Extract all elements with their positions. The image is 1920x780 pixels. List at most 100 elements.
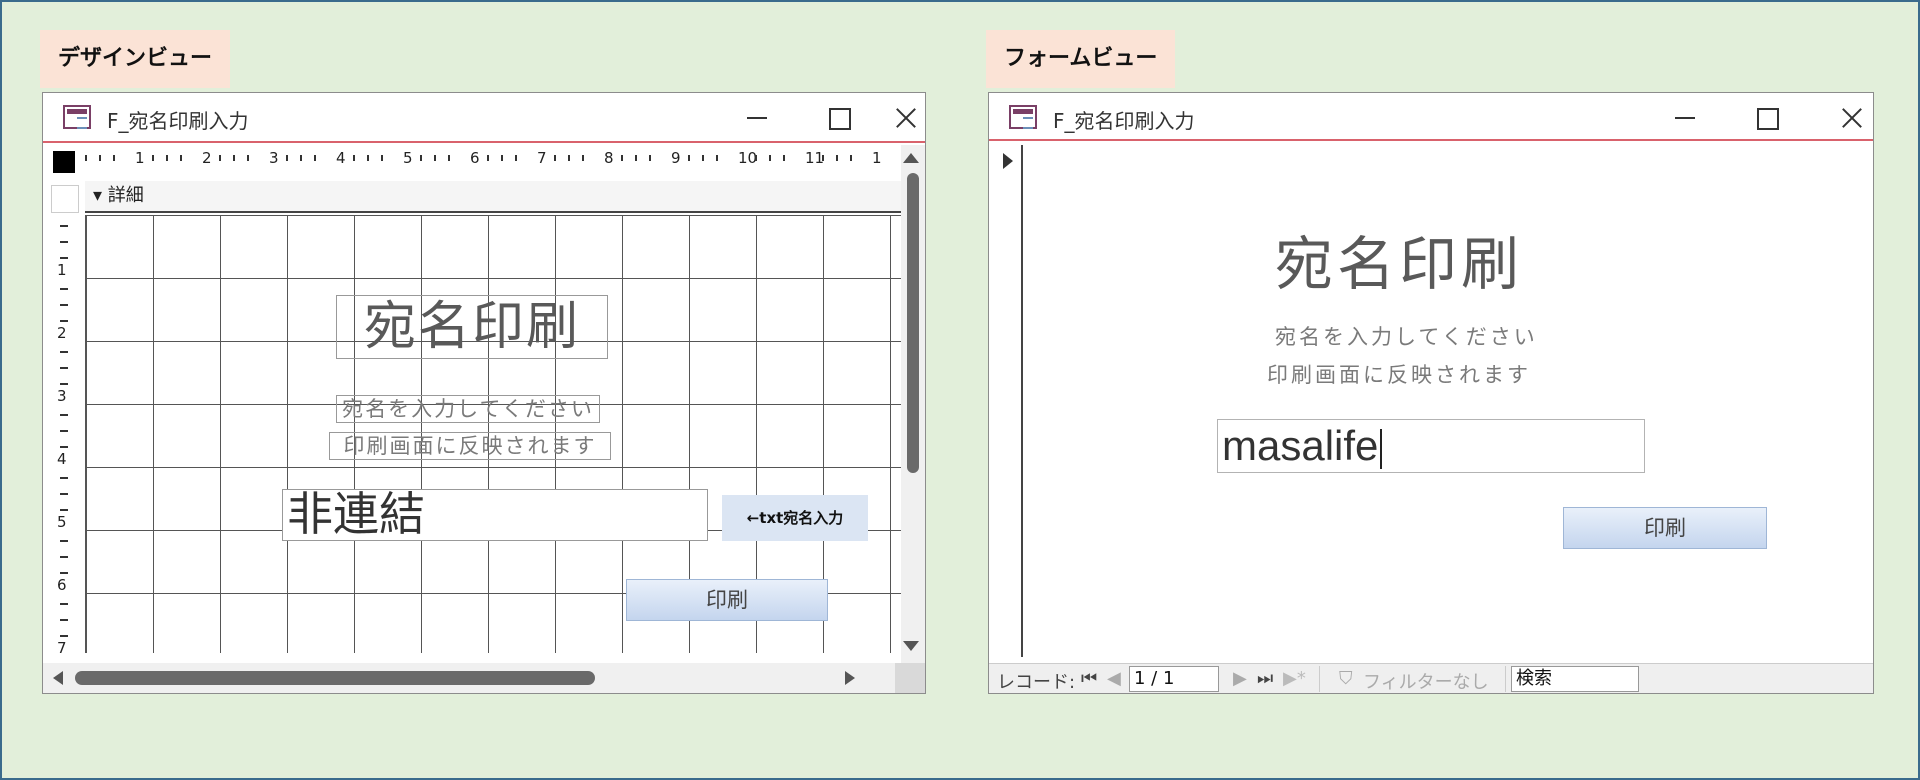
ruler-h-label: 7 bbox=[537, 149, 547, 167]
first-record-icon[interactable]: ⏮ bbox=[1081, 668, 1097, 689]
scroll-up-icon[interactable] bbox=[903, 153, 919, 163]
ruler-tick bbox=[85, 155, 87, 161]
ruler-tick bbox=[286, 155, 288, 161]
ruler-tick bbox=[448, 155, 450, 161]
maximize-icon[interactable] bbox=[1745, 101, 1785, 135]
ruler-v-label: 7 bbox=[57, 639, 67, 657]
ruler-h-label: 1 bbox=[135, 149, 145, 167]
ruler-v-label: 1 bbox=[57, 261, 67, 279]
ruler-tick bbox=[99, 155, 101, 161]
section-arrow-icon: ▾ bbox=[93, 185, 103, 206]
nav-divider bbox=[1505, 666, 1506, 692]
ruler-v-label: 6 bbox=[57, 576, 67, 594]
scroll-right-icon[interactable] bbox=[845, 671, 855, 685]
ruler-tick bbox=[367, 155, 369, 161]
close-icon[interactable] bbox=[885, 101, 925, 135]
ruler-tick bbox=[247, 155, 249, 161]
next-record-icon[interactable]: ▶ bbox=[1233, 668, 1247, 689]
ruler-tick bbox=[515, 155, 517, 161]
ruler-tick bbox=[166, 155, 168, 161]
ruler-tick bbox=[783, 155, 785, 161]
vertical-scroll-thumb[interactable] bbox=[907, 173, 919, 473]
ruler-h-label: 6 bbox=[470, 149, 480, 167]
ruler-tick bbox=[60, 446, 68, 448]
ruler-tick bbox=[702, 155, 704, 161]
horizontal-ruler[interactable]: 1 2 3 4 5 6 7 8 9 10 11 1 bbox=[85, 149, 925, 175]
hint-label-control[interactable]: 印刷画面に反映されます bbox=[329, 432, 611, 460]
nav-divider bbox=[1319, 666, 1320, 692]
access-form-icon bbox=[1009, 105, 1037, 129]
ruler-tick bbox=[688, 155, 690, 161]
record-position-input[interactable]: 1 / 1 bbox=[1129, 666, 1219, 692]
maximize-icon[interactable] bbox=[817, 101, 857, 135]
title-label-control[interactable]: 宛名印刷 bbox=[336, 295, 608, 359]
title-bar[interactable]: F_宛名印刷入力 bbox=[989, 93, 1873, 141]
vertical-scrollbar[interactable] bbox=[901, 145, 925, 663]
ruler-tick bbox=[60, 603, 68, 605]
window-title: F_宛名印刷入力 bbox=[107, 109, 249, 133]
form-selector[interactable] bbox=[53, 151, 75, 173]
instruction-label-control[interactable]: 宛名を入力してください bbox=[336, 395, 600, 423]
ruler-tick bbox=[60, 509, 68, 511]
ruler-tick bbox=[60, 556, 68, 558]
ruler-tick bbox=[300, 155, 302, 161]
ruler-tick bbox=[60, 572, 68, 574]
ruler-tick bbox=[755, 155, 757, 161]
name-input[interactable]: masalife bbox=[1217, 419, 1645, 473]
window-title: F_宛名印刷入力 bbox=[1053, 109, 1195, 133]
ruler-tick bbox=[60, 367, 68, 369]
horizontal-scrollbar[interactable] bbox=[43, 663, 895, 693]
section-selector[interactable] bbox=[51, 185, 79, 213]
ruler-tick bbox=[60, 383, 68, 385]
filter-icon[interactable]: ⛉ bbox=[1339, 668, 1353, 689]
title-bar[interactable]: F_宛名印刷入力 bbox=[43, 93, 925, 143]
new-record-icon[interactable]: ▶* bbox=[1283, 668, 1306, 689]
scroll-down-icon[interactable] bbox=[903, 641, 919, 651]
ruler-tick bbox=[716, 155, 718, 161]
ruler-tick bbox=[60, 320, 68, 322]
ruler-v-label: 5 bbox=[57, 513, 67, 531]
previous-record-icon[interactable]: ◀ bbox=[1107, 668, 1121, 689]
ruler-tick bbox=[60, 241, 68, 243]
print-button-control[interactable]: 印刷 bbox=[626, 579, 828, 621]
design-grid[interactable]: 宛名印刷 宛名を入力してください 印刷画面に反映されます 非連結 ←txt宛名入… bbox=[85, 215, 925, 653]
ruler-tick bbox=[60, 430, 68, 432]
record-selector[interactable] bbox=[989, 145, 1023, 657]
last-record-icon[interactable]: ⏭ bbox=[1257, 668, 1273, 689]
record-label: レコード: bbox=[997, 672, 1076, 693]
minimize-icon[interactable] bbox=[1663, 101, 1703, 135]
ruler-tick bbox=[487, 155, 489, 161]
name-input-value: masalife bbox=[1222, 422, 1379, 469]
search-input[interactable]: 検索 bbox=[1511, 666, 1639, 692]
instruction-label: 宛名を入力してください bbox=[1275, 325, 1538, 349]
record-navigation-bar: レコード: ⏮ ◀ 1 / 1 ▶ ⏭ ▶* ⛉ フィルターなし 検索 bbox=[989, 663, 1873, 693]
close-icon[interactable] bbox=[1831, 101, 1871, 135]
ruler-tick bbox=[152, 155, 154, 161]
filter-toggle[interactable]: フィルターなし bbox=[1363, 668, 1489, 693]
scroll-left-icon[interactable] bbox=[53, 671, 63, 685]
print-button[interactable]: 印刷 bbox=[1563, 507, 1767, 549]
minimize-icon[interactable] bbox=[735, 101, 775, 135]
detail-section-bar[interactable]: ▾ 詳細 bbox=[85, 181, 925, 213]
vertical-ruler[interactable]: 1 2 3 4 5 6 7 bbox=[49, 217, 79, 657]
ruler-h-label: 3 bbox=[269, 149, 279, 167]
ruler-tick bbox=[501, 155, 503, 161]
text-caret bbox=[1380, 428, 1383, 469]
ruler-tick bbox=[219, 155, 221, 161]
ruler-tick bbox=[180, 155, 182, 161]
ruler-tick bbox=[621, 155, 623, 161]
name-textbox-control[interactable]: 非連結 bbox=[282, 489, 708, 541]
ruler-tick bbox=[60, 493, 68, 495]
ruler-tick bbox=[60, 304, 68, 306]
design-view-label: デザインビュー bbox=[40, 30, 231, 88]
scroll-corner bbox=[895, 663, 925, 693]
ruler-tick bbox=[60, 540, 68, 542]
ruler-h-label: 5 bbox=[403, 149, 413, 167]
ruler-tick bbox=[582, 155, 584, 161]
ruler-tick bbox=[850, 155, 852, 161]
ruler-tick bbox=[822, 155, 824, 161]
horizontal-scroll-thumb[interactable] bbox=[75, 671, 595, 685]
ruler-tick bbox=[381, 155, 383, 161]
title-label: 宛名印刷 bbox=[1275, 230, 1524, 298]
ruler-v-label: 4 bbox=[57, 450, 67, 468]
